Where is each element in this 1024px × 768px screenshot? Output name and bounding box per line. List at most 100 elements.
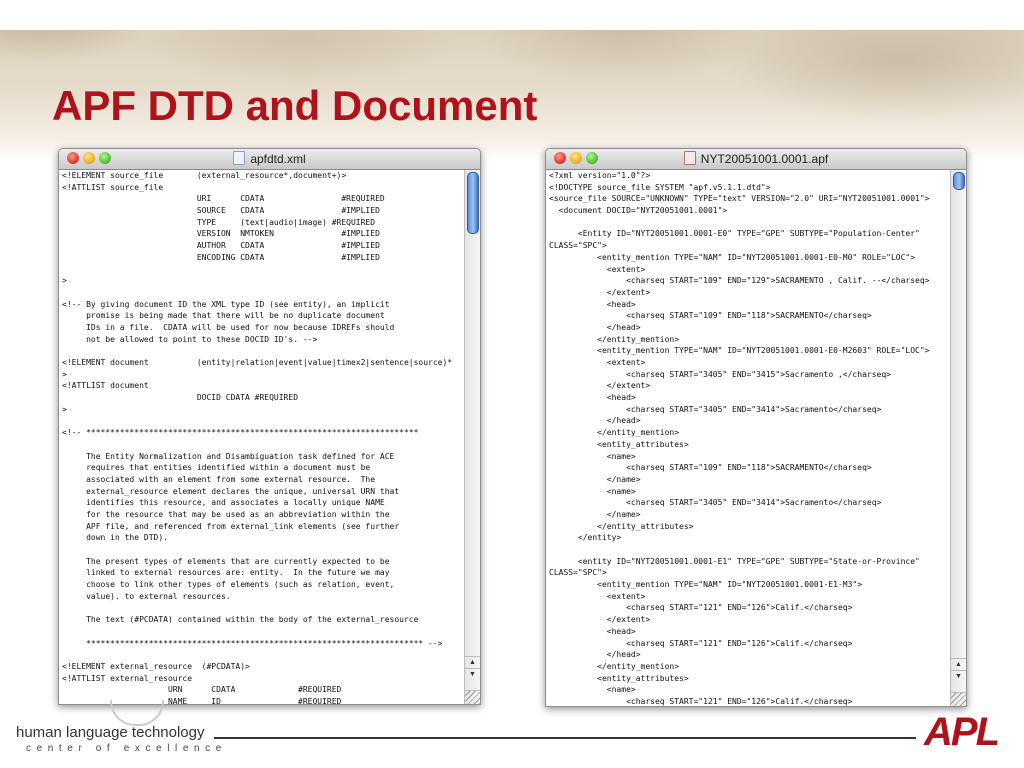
apf-line: </extent>: [549, 381, 651, 391]
dtd-line: [62, 415, 462, 427]
apf-line: <extent>: [549, 264, 646, 274]
dtd-line: <!ELEMENT document (entity|relation|even…: [62, 358, 453, 367]
apf-line: <document DOCID="NYT20051001.0001">: [549, 206, 728, 216]
dtd-line: ****************************************…: [62, 638, 443, 648]
apf-line: <charseq START="109" END="118">SACRAMENT…: [549, 311, 872, 321]
apf-line: <charseq START="3405" END="3415">Sacrame…: [549, 369, 891, 379]
apf-scroll-thumb[interactable]: [953, 172, 965, 190]
apf-line: CLASS="SPC">: [549, 241, 607, 251]
dtd-line: external_resource element declares the u…: [62, 486, 400, 496]
apf-line: <name>: [549, 451, 636, 461]
dtd-line: <!-- By giving document ID the XML type …: [62, 299, 390, 309]
apf-line: </entity>: [549, 533, 622, 543]
dtd-line: <!ELEMENT source_file (external_resource…: [62, 171, 347, 180]
apf-line: <head>: [549, 393, 636, 403]
apf-line: </head>: [549, 322, 641, 332]
dtd-line: IDs in a file. CDATA will be used for no…: [62, 322, 395, 332]
dtd-line: >: [62, 404, 67, 414]
dtd-line: <!ATTLIST external_resource: [62, 673, 193, 683]
apf-line: </extent>: [549, 287, 651, 297]
footer-org-name: human language technology: [16, 724, 205, 741]
dtd-line: <!ATTLIST document: [62, 381, 149, 391]
dtd-line: not be allowed to point to these DOCID I…: [62, 334, 318, 344]
dtd-line: for the resource that may be used as an …: [62, 509, 390, 519]
scroll-up-arrow-icon[interactable]: ▲: [951, 658, 966, 670]
apf-line: <source_file SOURCE="UNKNOWN" TYPE="text…: [549, 194, 930, 204]
dtd-line: promise is being made that there will be…: [62, 311, 385, 321]
apf-line: <extent>: [549, 358, 646, 367]
apf-line: <head>: [549, 626, 636, 636]
slide-title: APF DTD and Document: [52, 82, 538, 129]
dtd-line: [62, 602, 462, 614]
dtd-line: The text (#PCDATA) contained within the …: [62, 615, 419, 625]
apf-line: <Entity ID="NYT20051001.0001-E0" TYPE="G…: [549, 229, 920, 239]
dtd-vertical-scrollbar[interactable]: ▲ ▼: [464, 170, 480, 704]
apf-line: <?xml version="1.0"?>: [549, 171, 651, 180]
apf-line: <entity_attributes>: [549, 673, 689, 683]
apf-line: <name>: [549, 486, 636, 496]
logo-watermark-icon: [110, 700, 164, 726]
apf-line: <charseq START="109" END="129">SACRAMENT…: [549, 276, 930, 286]
document-icon: [233, 151, 246, 165]
dtd-window-title-text: apfdtd.xml: [250, 152, 306, 166]
dtd-line: <!ATTLIST source_file: [62, 182, 164, 192]
scroll-down-arrow-icon[interactable]: ▼: [465, 668, 480, 680]
apf-vertical-scrollbar[interactable]: ▲ ▼: [950, 170, 966, 706]
dtd-line: The present types of elements that are c…: [62, 556, 390, 566]
dtd-scroll-thumb[interactable]: [467, 172, 479, 234]
dtd-line: AUTHOR CDATA #IMPLIED: [62, 241, 380, 251]
apf-line: <charseq START="3405" END="3414">Sacrame…: [549, 404, 882, 414]
dtd-line: <!-- ***********************************…: [62, 428, 419, 438]
dtd-line: ENCODING CDATA #IMPLIED: [62, 252, 380, 262]
apf-line: </entity_mention>: [549, 661, 680, 671]
apf-line: <charseq START="109" END="118">SACRAMENT…: [549, 463, 872, 473]
dtd-window-titlebar[interactable]: apfdtd.xml: [59, 149, 480, 170]
apf-line: </entity_mention>: [549, 334, 680, 344]
apf-line: <charseq START="3405" END="3414">Sacrame…: [549, 498, 882, 508]
dtd-window[interactable]: apfdtd.xml <!ELEMENT source_file (extern…: [58, 148, 481, 705]
dtd-line: associated with an element from some ext…: [62, 474, 376, 484]
apf-line: <head>: [549, 299, 636, 309]
dtd-line: DOCID CDATA #REQUIRED: [62, 393, 299, 403]
dtd-line: [62, 626, 462, 638]
dtd-text-content[interactable]: <!ELEMENT source_file (external_resource…: [59, 170, 462, 704]
apf-line: <entity_mention TYPE="NAM" ID="NYT200510…: [549, 346, 930, 356]
footer-org-subtitle: center of excellence: [26, 743, 227, 754]
dtd-line: <!ELEMENT external_resource (#PCDATA)>: [62, 661, 250, 671]
apf-line: <entity_mention TYPE="NAM" ID="NYT200510…: [549, 252, 916, 262]
scroll-up-arrow-icon[interactable]: ▲: [465, 656, 480, 668]
dtd-line: TYPE (text|audio|image) #REQUIRED: [62, 217, 376, 227]
apf-line: </head>: [549, 416, 641, 426]
dtd-line: URI CDATA #REQUIRED: [62, 194, 385, 204]
apf-line: <charseq START="121" END="126">Calif.</c…: [549, 638, 853, 648]
apf-line: <extent>: [549, 591, 646, 601]
dtd-window-title: apfdtd.xml: [59, 151, 480, 166]
apf-line: <!DOCTYPE source_file SYSTEM "apf.v5.1.1…: [549, 182, 771, 192]
dtd-line: [62, 345, 462, 357]
dtd-line: down in the DTD).: [62, 533, 168, 543]
apf-line: [549, 544, 949, 556]
dtd-line: [62, 287, 462, 299]
header-background: [0, 0, 1024, 160]
apf-window[interactable]: NYT20051001.0001.apf <?xml version="1.0"…: [545, 148, 967, 707]
dtd-line: VERSION NMTOKEN #IMPLIED: [62, 229, 380, 239]
apf-line: </head>: [549, 650, 641, 660]
dtd-line: URN CDATA #REQUIRED: [62, 685, 342, 695]
apf-line: CLASS="SPC">: [549, 568, 607, 578]
apf-window-titlebar[interactable]: NYT20051001.0001.apf: [546, 149, 966, 170]
apf-line: <entity_mention TYPE="NAM" ID="NYT200510…: [549, 580, 863, 590]
resize-grip-icon[interactable]: [465, 690, 480, 704]
dtd-line: [62, 264, 462, 276]
dtd-line: identifies this resource, and associates…: [62, 498, 385, 508]
apf-line: <charseq START="121" END="126">Calif.</c…: [549, 603, 853, 613]
apf-line: </entity_attributes>: [549, 521, 694, 531]
header-top-strip: [0, 0, 1024, 30]
apf-line: <entity_attributes>: [549, 439, 689, 449]
apf-line: </name>: [549, 509, 641, 519]
footer-divider: [214, 737, 916, 739]
dtd-line: The Entity Normalization and Disambiguat…: [62, 451, 395, 461]
apf-text-content[interactable]: <?xml version="1.0"?> <!DOCTYPE source_fi…: [546, 170, 949, 706]
apf-window-title-text: NYT20051001.0001.apf: [700, 152, 829, 166]
scroll-down-arrow-icon[interactable]: ▼: [951, 670, 966, 682]
resize-grip-icon[interactable]: [951, 692, 966, 706]
